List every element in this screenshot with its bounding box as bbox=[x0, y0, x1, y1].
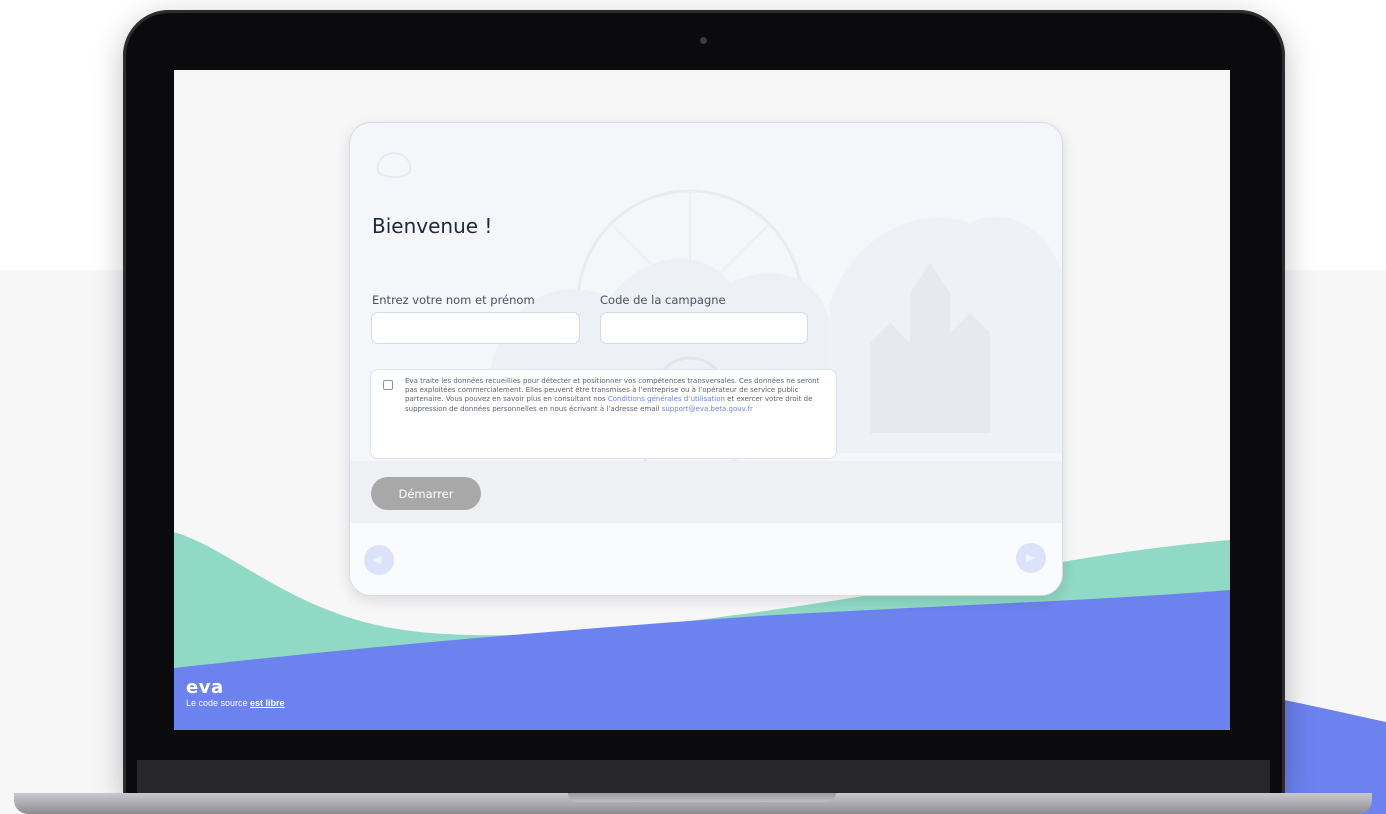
start-button[interactable]: Démarrer bbox=[371, 477, 481, 510]
previous-nav-button[interactable]: ◀ bbox=[364, 545, 394, 575]
welcome-card: Bienvenue ! Entrez votre nom et prénom C… bbox=[349, 122, 1063, 596]
camera-icon bbox=[700, 37, 707, 44]
laptop-base-notch bbox=[568, 793, 836, 802]
campaign-code-input[interactable] bbox=[600, 312, 808, 344]
page-title: Bienvenue ! bbox=[372, 214, 493, 238]
name-input[interactable] bbox=[371, 312, 580, 344]
footer-text-prefix: Le code source bbox=[186, 698, 251, 708]
arrow-right-icon: ▶ bbox=[1026, 552, 1035, 564]
laptop-screen: eva Le code source est libre Bienvenue !… bbox=[174, 70, 1230, 730]
footer-open-source-link[interactable]: est libre bbox=[250, 698, 285, 708]
campaign-code-label: Code de la campagne bbox=[600, 293, 726, 307]
name-field-label: Entrez votre nom et prénom bbox=[372, 293, 535, 307]
checkbox-icon[interactable] bbox=[383, 380, 393, 390]
arrow-left-icon: ◀ bbox=[373, 554, 382, 566]
card-footer-bar bbox=[350, 523, 1062, 595]
footer-text: Le code source est libre bbox=[186, 698, 285, 708]
consent-box: Eva traite les données recueillies pour … bbox=[370, 369, 837, 459]
support-email-link[interactable]: support@eva.beta.gouv.fr bbox=[662, 405, 753, 413]
footer-brand-logo: eva bbox=[186, 677, 224, 698]
terms-link[interactable]: Conditions générales d’utilisation bbox=[608, 395, 725, 403]
faded-logo-icon bbox=[376, 151, 412, 178]
laptop-screen-bezel-bottom bbox=[137, 760, 1270, 794]
consent-text: Eva traite les données recueillies pour … bbox=[405, 377, 829, 414]
next-nav-button[interactable]: ▶ bbox=[1016, 543, 1046, 573]
